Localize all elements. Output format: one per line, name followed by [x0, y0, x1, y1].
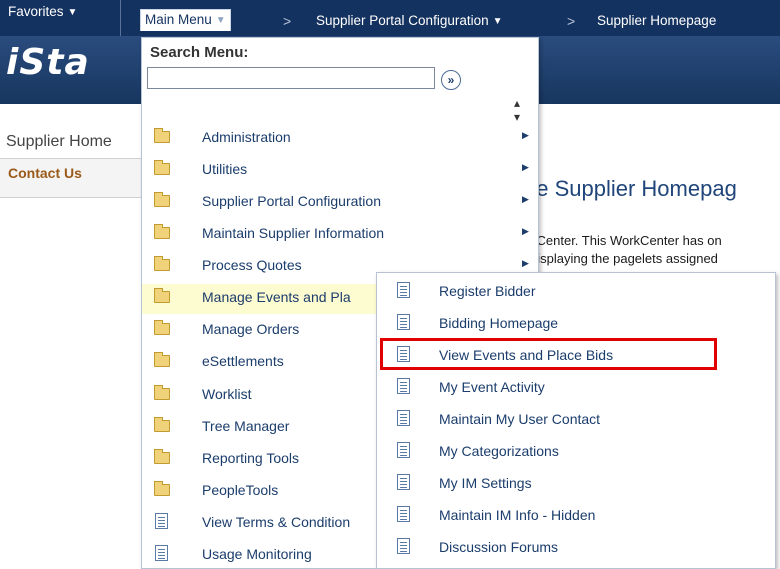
submenu-item-label: My Event Activity [439, 379, 545, 395]
sort-icon[interactable]: ▴ ▾ [514, 96, 520, 124]
page-icon [397, 474, 410, 490]
menu-item-label: Tree Manager [202, 418, 290, 434]
chevron-down-icon: ▼ [215, 15, 226, 26]
folder-icon [154, 192, 170, 207]
menu-item[interactable]: Maintain Supplier Information ▶ [142, 220, 538, 250]
submenu-item[interactable]: Maintain IM Info - Hidden [377, 500, 775, 532]
menu-item-label: Process Quotes [202, 257, 302, 273]
menu-item-label: Reporting Tools [202, 450, 300, 466]
chevron-right-icon: ▶ [522, 194, 529, 204]
highlight-box [380, 338, 717, 370]
breadcrumb-supplier-homepage[interactable]: Supplier Homepage [597, 3, 716, 39]
folder-icon [154, 256, 170, 271]
breadcrumb-supplier-portal-configuration[interactable]: Supplier Portal Configuration ▼ [316, 3, 503, 39]
chevron-right-icon: ▶ [522, 258, 529, 268]
submenu-item-label: My IM Settings [439, 475, 532, 491]
content-text-line: displaying the pagelets assigned [530, 251, 718, 266]
chevron-down-icon: ▼ [492, 16, 503, 27]
folder-icon [154, 417, 170, 432]
page-title: Supplier Home [6, 133, 112, 150]
manage-events-submenu: Register Bidder Bidding Homepage View Even… [376, 272, 776, 569]
folder-icon [154, 352, 170, 367]
menu-item-label: Worklist [202, 386, 252, 402]
nav-divider [120, 0, 121, 36]
submenu-item[interactable]: My Categorizations [377, 436, 775, 468]
chevron-down-icon: ▼ [67, 7, 78, 18]
submenu-item-label: Bidding Homepage [439, 315, 559, 331]
app-logo: iSta [6, 42, 90, 83]
submenu-item[interactable]: Bidding Homepage [377, 308, 775, 340]
search-menu-input[interactable] [147, 67, 435, 89]
menu-item-label: Manage Orders [202, 321, 300, 337]
folder-icon [154, 481, 170, 496]
breadcrumb-label: Supplier Portal Configuration [316, 13, 489, 28]
left-nav-panel: Contact Us [0, 158, 160, 198]
folder-icon [154, 385, 170, 400]
content-heading: ne Supplier Homepag [524, 176, 737, 201]
page-icon [397, 442, 410, 458]
favorites-label: Favorites [8, 4, 64, 19]
menu-item-label: eSettlements [202, 353, 284, 369]
favorites-menu[interactable]: Favorites ▼ [8, 0, 77, 30]
submenu-item[interactable]: Maintain My User Contact [377, 404, 775, 436]
submenu-item[interactable]: My Event Activity [377, 372, 775, 404]
page-icon [397, 538, 410, 554]
chevron-right-icon: ▶ [522, 130, 529, 140]
folder-icon [154, 320, 170, 335]
page-icon [397, 378, 410, 394]
page-icon [397, 314, 410, 330]
page-icon [155, 545, 168, 561]
search-go-icon[interactable]: » [441, 70, 461, 90]
main-menu[interactable]: Main Menu ▼ [140, 9, 231, 31]
submenu-item-label: Register Bidder [439, 283, 536, 299]
page-icon [397, 410, 410, 426]
submenu-item-label: Discussion Forums [439, 539, 559, 555]
menu-item-label: Maintain Supplier Information [202, 225, 385, 241]
page-icon [155, 513, 168, 529]
page-icon [397, 282, 410, 298]
chevron-right-icon: ▶ [522, 226, 529, 236]
page-icon [397, 506, 410, 522]
submenu-item[interactable]: Register Bidder [377, 276, 775, 308]
chevron-right-icon: ▶ [522, 162, 529, 172]
menu-item-label: Supplier Portal Configuration [202, 193, 381, 209]
menu-item-label: Administration [202, 129, 291, 145]
menu-item-label: PeopleTools [202, 482, 279, 498]
menu-item-label: Usage Monitoring [202, 546, 312, 562]
folder-icon [154, 160, 170, 175]
breadcrumb-separator-icon: > [567, 13, 576, 29]
menu-item-label: Utilities [202, 161, 248, 177]
top-nav-bar: Favorites ▼ Main Menu ▼ > Supplier Portal … [0, 0, 780, 36]
main-menu-label: Main Menu [145, 12, 212, 27]
submenu-item-label: Maintain My User Contact [439, 411, 601, 427]
submenu-item[interactable]: Discussion Forums [377, 532, 775, 564]
submenu-item-label: My Categorizations [439, 443, 559, 459]
folder-icon [154, 224, 170, 239]
folder-icon [154, 288, 170, 303]
submenu-item[interactable]: My IM Settings [377, 468, 775, 500]
menu-item[interactable]: Administration ▶ [142, 124, 538, 154]
breadcrumb-separator-icon: > [283, 13, 292, 29]
menu-item-label: View Terms & Condition [202, 514, 351, 530]
search-menu-label: Search Menu: [150, 44, 249, 61]
menu-item[interactable]: Supplier Portal Configuration ▶ [142, 188, 538, 218]
contact-us-link[interactable]: Contact Us [8, 165, 82, 181]
submenu-item-label: Maintain IM Info - Hidden [439, 507, 596, 523]
folder-icon [154, 449, 170, 464]
folder-icon [154, 128, 170, 143]
content-text-line: kCenter. This WorkCenter has on [530, 233, 722, 248]
menu-item[interactable]: Utilities ▶ [142, 156, 538, 186]
menu-item-label: Manage Events and Pla [202, 289, 351, 305]
